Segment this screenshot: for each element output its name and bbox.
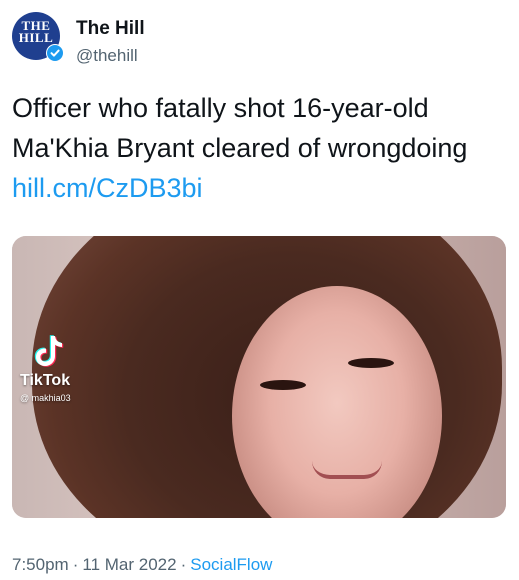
tweet-meta: 7:50pm · 11 Mar 2022 · SocialFlow bbox=[12, 555, 272, 575]
avatar-logo-text: THE HILL bbox=[18, 18, 54, 45]
tiktok-logo-icon bbox=[34, 335, 64, 367]
tweet-date[interactable]: 11 Mar 2022 bbox=[82, 555, 176, 574]
user-handle[interactable]: @thehill bbox=[76, 46, 138, 66]
video-eye-left bbox=[260, 380, 306, 390]
tweet-video[interactable]: TikTok @ makhia03 bbox=[12, 236, 506, 518]
tiktok-handle-label: @ makhia03 bbox=[20, 393, 71, 403]
video-eye-right bbox=[348, 358, 394, 368]
tweet-link[interactable]: hill.cm/CzDB3bi bbox=[12, 173, 203, 203]
meta-separator: · bbox=[180, 555, 187, 574]
tweet-time[interactable]: 7:50pm bbox=[12, 555, 69, 574]
tiktok-app-label: TikTok bbox=[20, 372, 71, 389]
tweet-text: Officer who fatally shot 16-year-old Ma'… bbox=[12, 88, 507, 208]
tweet-source[interactable]: SocialFlow bbox=[190, 555, 272, 574]
display-name[interactable]: The Hill bbox=[76, 18, 145, 40]
tweet-header: THE HILL The Hill @thehill bbox=[12, 12, 507, 65]
video-mouth bbox=[312, 461, 382, 479]
verified-badge-icon bbox=[46, 44, 64, 62]
tweet-body: Officer who fatally shot 16-year-old Ma'… bbox=[12, 93, 468, 163]
meta-separator: · bbox=[72, 555, 79, 574]
